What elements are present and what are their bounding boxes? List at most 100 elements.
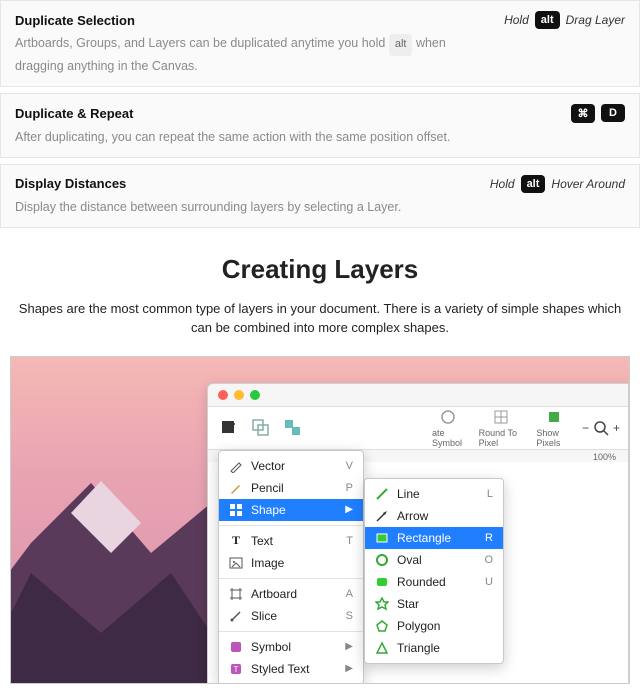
tip-title: Display Distances — [15, 176, 126, 191]
app-window: ate Symbol Round To Pixel Show Pixels − … — [207, 383, 629, 684]
rectangle-icon — [375, 531, 389, 545]
submenu-item-rectangle[interactable]: Rectangle R — [365, 527, 503, 549]
image-icon — [229, 556, 243, 570]
show-pixels-button[interactable]: Show Pixels — [532, 406, 576, 450]
d-key-icon: D — [601, 104, 625, 122]
submenu-item-triangle[interactable]: Triangle — [365, 637, 503, 659]
menu-item-vector[interactable]: Vector V — [219, 455, 363, 477]
menu-separator — [219, 631, 363, 632]
toolbar-label: ate Symbol — [432, 428, 465, 448]
shortcut-post: Drag Layer — [566, 13, 625, 27]
alt-key-inline: alt — [389, 34, 413, 56]
menu-shortcut: R — [485, 532, 493, 544]
polygon-icon — [375, 619, 389, 633]
menu-item-slice[interactable]: Slice S — [219, 605, 363, 627]
tip-duplicate-repeat: Duplicate & Repeat ⌘ D After duplicating… — [0, 93, 640, 158]
menu-item-shape[interactable]: Shape ▶ — [219, 499, 363, 521]
ungroup-tool-button[interactable] — [280, 417, 306, 439]
tip-duplicate-selection: Duplicate Selection Hold alt Drag Layer … — [0, 0, 640, 87]
menu-label: Rounded — [397, 575, 477, 589]
menu-label: Line — [397, 487, 479, 501]
screenshot-illustration: ate Symbol Round To Pixel Show Pixels − … — [10, 356, 630, 684]
cmd-key-icon: ⌘ — [571, 104, 595, 123]
grid-icon — [492, 408, 510, 426]
menu-label: Slice — [251, 609, 338, 623]
menu-shortcut: V — [346, 460, 353, 472]
symbol-toolbar-icon — [439, 408, 457, 426]
desc-pre: Artboards, Groups, and Layers can be dup… — [15, 36, 389, 50]
menu-item-artboard[interactable]: Artboard A — [219, 583, 363, 605]
shortcut-pre: Hold — [504, 13, 529, 27]
group-tool-button[interactable] — [248, 417, 274, 439]
menu-item-image[interactable]: Image — [219, 552, 363, 574]
menu-shortcut: A — [346, 588, 353, 600]
menu-label: Rectangle — [397, 531, 477, 545]
menu-item-symbol[interactable]: Symbol ▶ — [219, 636, 363, 658]
submenu-item-polygon[interactable]: Polygon — [365, 615, 503, 637]
alt-key-icon: alt — [535, 11, 560, 29]
chevron-right-icon: ▶ — [345, 663, 353, 674]
menu-shortcut: S — [346, 610, 353, 622]
section-desc: Shapes are the most common type of layer… — [0, 299, 640, 356]
slice-icon — [229, 609, 243, 623]
submenu-item-oval[interactable]: Oval O — [365, 549, 503, 571]
zoom-control[interactable]: − + — [582, 420, 620, 436]
toolbar-label: Round To Pixel — [479, 428, 523, 448]
svg-text:T: T — [234, 665, 239, 674]
create-symbol-button[interactable]: ate Symbol — [428, 406, 469, 450]
menu-shortcut: T — [346, 535, 353, 547]
shortcut: Hold alt Drag Layer — [504, 11, 625, 29]
menu-label: Star — [397, 597, 493, 611]
menu-shortcut: P — [346, 482, 353, 494]
oval-icon — [375, 553, 389, 567]
shape-submenu: Line L Arrow Rectangle R Oval O Rounded … — [364, 478, 504, 664]
toolbar-label: Show Pixels — [536, 428, 572, 448]
shortcut-post: Hover Around — [551, 177, 625, 191]
shortcut: ⌘ D — [571, 104, 625, 123]
arrow-icon — [375, 509, 389, 523]
menu-shortcut: O — [484, 554, 493, 566]
menu-label: Artboard — [251, 587, 338, 601]
tip-title: Duplicate Selection — [15, 13, 135, 28]
menu-label: Image — [251, 556, 353, 570]
round-to-pixel-button[interactable]: Round To Pixel — [475, 406, 527, 450]
zoom-traffic-light-icon[interactable] — [250, 390, 260, 400]
artboard-icon — [229, 587, 243, 601]
section-title: Creating Layers — [0, 254, 640, 285]
menu-item-text[interactable]: T Text T — [219, 530, 363, 552]
pixel-icon — [545, 408, 563, 426]
pen-icon — [229, 459, 243, 473]
submenu-item-rounded[interactable]: Rounded U — [365, 571, 503, 593]
submenu-item-star[interactable]: Star — [365, 593, 503, 615]
menu-label: Oval — [397, 553, 476, 567]
pencil-icon — [229, 481, 243, 495]
insert-tool-button[interactable] — [216, 417, 242, 439]
tip-desc: Artboards, Groups, and Layers can be dup… — [15, 33, 475, 76]
alt-key-icon: alt — [521, 175, 546, 193]
text-icon: T — [229, 534, 243, 548]
menu-label: Shape — [251, 503, 337, 517]
menu-label: Vector — [251, 459, 338, 473]
menu-separator — [219, 525, 363, 526]
group-icon — [252, 419, 270, 437]
menu-label: Arrow — [397, 509, 493, 523]
zoom-in-icon[interactable]: + — [613, 421, 620, 435]
menu-item-pencil[interactable]: Pencil P — [219, 477, 363, 499]
menu-item-styled-text[interactable]: T Styled Text ▶ — [219, 658, 363, 680]
submenu-item-line[interactable]: Line L — [365, 483, 503, 505]
magnifier-icon — [593, 420, 609, 436]
chevron-right-icon: ▶ — [345, 504, 353, 515]
close-traffic-light-icon[interactable] — [218, 390, 228, 400]
shortcut-pre: Hold — [490, 177, 515, 191]
shape-grid-icon — [229, 503, 243, 517]
zoom-out-icon[interactable]: − — [582, 421, 589, 435]
ungroup-icon — [284, 419, 302, 437]
submenu-item-arrow[interactable]: Arrow — [365, 505, 503, 527]
menu-label: Text — [251, 534, 338, 548]
chevron-right-icon: ▶ — [345, 641, 353, 652]
triangle-icon — [375, 641, 389, 655]
rounded-rect-icon — [375, 575, 389, 589]
toolbar: ate Symbol Round To Pixel Show Pixels − … — [208, 406, 628, 450]
tip-title: Duplicate & Repeat — [15, 106, 133, 121]
minimize-traffic-light-icon[interactable] — [234, 390, 244, 400]
